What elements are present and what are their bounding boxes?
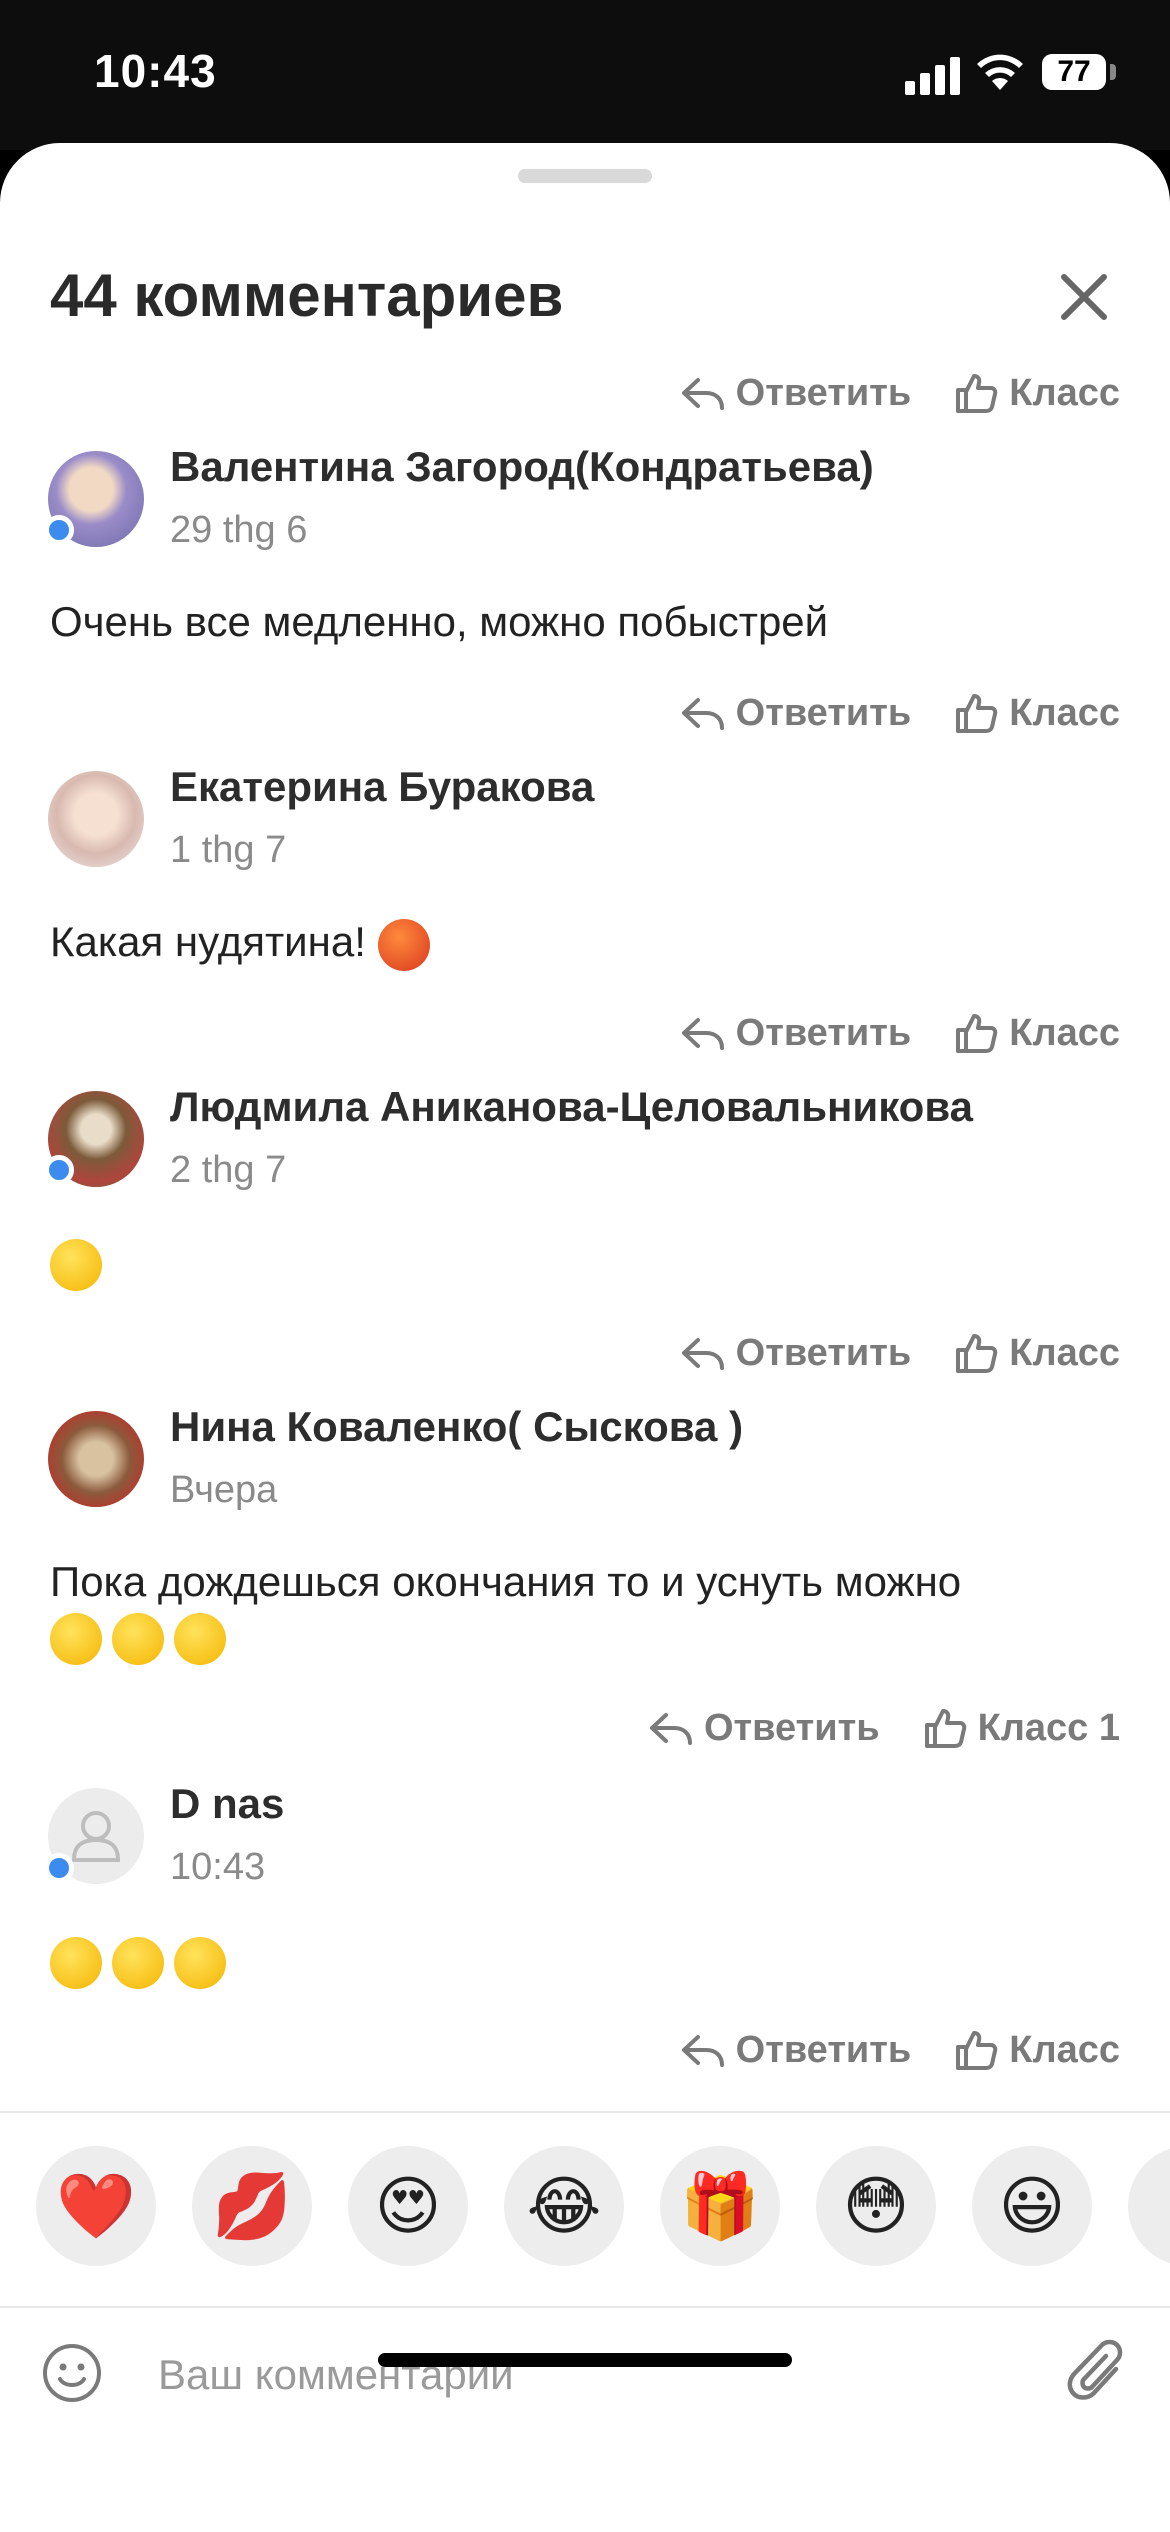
comment-actions: Ответить Класс 1 bbox=[648, 1703, 1120, 1753]
steam-face-emoji bbox=[50, 1612, 102, 1665]
comment-author[interactable]: Нина Коваленко( Сыскова ) bbox=[170, 1403, 743, 1451]
reply-button[interactable]: Ответить bbox=[680, 1010, 912, 1056]
comment-body: Какая нудятина! bbox=[50, 915, 1120, 971]
comment-text: Какая нудятина! bbox=[50, 918, 366, 965]
heart-eyes-emoji bbox=[50, 1936, 102, 1989]
heart-eyes-emoji bbox=[174, 1936, 226, 1989]
status-bar: 10:43 77 bbox=[0, 0, 1170, 150]
battery-tip bbox=[1110, 64, 1116, 80]
status-time: 10:43 bbox=[94, 45, 217, 97]
like-button[interactable]: Класс 1 bbox=[922, 1705, 1120, 1751]
emoji-picker-icon[interactable] bbox=[40, 2341, 104, 2405]
like-button[interactable]: Класс bbox=[953, 370, 1120, 416]
comment-actions: Ответить Класс bbox=[680, 2025, 1120, 2075]
reply-button[interactable]: Ответить bbox=[680, 2027, 912, 2073]
comment-composer bbox=[0, 2313, 1170, 2443]
reply-label: Ответить bbox=[735, 691, 912, 734]
sheet-grabber[interactable] bbox=[518, 169, 652, 183]
reaction-smile[interactable]: 😃 bbox=[972, 2146, 1092, 2266]
online-indicator bbox=[44, 515, 74, 545]
comment-input[interactable] bbox=[156, 2339, 1040, 2411]
comment-author[interactable]: D nas bbox=[170, 1780, 284, 1828]
reaction-gift[interactable]: 🎁 bbox=[660, 2146, 780, 2266]
quick-reactions-bar: ❤️ 💋 😍 😂 🎁 😳 😃 bbox=[0, 2138, 1170, 2288]
reply-icon bbox=[681, 378, 724, 410]
like-button[interactable]: Класс bbox=[953, 1010, 1120, 1056]
reply-label: Ответить bbox=[735, 2028, 912, 2071]
paperclip-icon[interactable] bbox=[1066, 2337, 1132, 2407]
comment-body bbox=[50, 1235, 1120, 1291]
thumbs-up-icon bbox=[956, 1014, 998, 1053]
comment-actions: Ответить Класс bbox=[680, 1328, 1120, 1378]
like-count-label: Класс 1 bbox=[977, 1706, 1120, 1749]
comment-date: 2 thg 7 bbox=[170, 1149, 287, 1191]
reply-icon bbox=[681, 698, 724, 730]
comment-author[interactable]: Людмила Аниканова-Целовальникова bbox=[170, 1083, 973, 1131]
reply-label: Ответить bbox=[735, 1011, 912, 1054]
thumbs-up-icon bbox=[924, 1709, 966, 1748]
comment-date: 1 thg 7 bbox=[170, 829, 287, 871]
comment-body: Пока дождешься окончания то и уснуть мож… bbox=[50, 1555, 1120, 1665]
comment-actions: Ответить Класс bbox=[680, 688, 1120, 738]
thumbs-up-icon bbox=[956, 694, 998, 733]
like-label: Класс bbox=[1009, 691, 1120, 734]
cursing-face-emoji bbox=[377, 918, 430, 971]
cellular-signal-icon bbox=[905, 55, 961, 95]
like-button[interactable]: Класс bbox=[953, 1330, 1120, 1376]
reply-label: Ответить bbox=[735, 1331, 912, 1374]
online-indicator bbox=[44, 1853, 74, 1883]
reply-button[interactable]: Ответить bbox=[680, 690, 912, 736]
battery-indicator: 77 bbox=[1042, 54, 1106, 90]
like-button[interactable]: Класс bbox=[953, 690, 1120, 736]
thumbs-up-icon bbox=[956, 2031, 998, 2070]
like-label: Класс bbox=[1009, 371, 1120, 414]
avatar[interactable] bbox=[48, 1411, 144, 1507]
close-icon[interactable] bbox=[1056, 269, 1112, 325]
home-indicator bbox=[378, 2353, 792, 2367]
heart-eyes-emoji bbox=[112, 1936, 164, 1989]
comment-text: Очень все медленно, можно побыстрей bbox=[50, 598, 829, 645]
divider bbox=[0, 2111, 1170, 2113]
comment-author[interactable]: Валентина Загород(Кондратьева) bbox=[170, 443, 874, 491]
comment-body bbox=[50, 1933, 1120, 1989]
reaction-kiss[interactable]: 💋 bbox=[192, 2146, 312, 2266]
like-label: Класс bbox=[1009, 1331, 1120, 1374]
wifi-icon bbox=[977, 54, 1023, 90]
steam-face-emoji bbox=[112, 1612, 164, 1665]
comment-actions: Ответить Класс bbox=[680, 368, 1120, 418]
comment-date: Вчера bbox=[170, 1469, 278, 1511]
reaction-more[interactable] bbox=[1128, 2146, 1170, 2266]
reaction-heart-eyes[interactable]: 😍 bbox=[348, 2146, 468, 2266]
reaction-flushed[interactable]: 😳 bbox=[816, 2146, 936, 2266]
reaction-laughing[interactable]: 😂 bbox=[504, 2146, 624, 2266]
divider bbox=[0, 2306, 1170, 2308]
comments-sheet: 44 комментариев Ответить Класс Валентина… bbox=[0, 143, 1170, 2532]
reply-button[interactable]: Ответить bbox=[648, 1705, 880, 1751]
comments-title: 44 комментариев bbox=[50, 262, 564, 329]
reaction-heart[interactable]: ❤️ bbox=[36, 2146, 156, 2266]
thumbs-up-icon bbox=[956, 374, 998, 413]
reply-icon bbox=[681, 2035, 724, 2067]
reply-label: Ответить bbox=[703, 1706, 880, 1749]
reply-icon bbox=[681, 1338, 724, 1370]
comment-date: 10:43 bbox=[170, 1846, 266, 1888]
steam-face-emoji bbox=[174, 1612, 226, 1665]
like-label: Класс bbox=[1009, 2028, 1120, 2071]
reply-icon bbox=[649, 1713, 692, 1745]
like-label: Класс bbox=[1009, 1011, 1120, 1054]
reply-button[interactable]: Ответить bbox=[680, 1330, 912, 1376]
comment-date: 29 thg 6 bbox=[170, 509, 308, 551]
comment-author[interactable]: Екатерина Буракова bbox=[170, 763, 594, 811]
like-button[interactable]: Класс bbox=[953, 2027, 1120, 2073]
thumbs-up-icon bbox=[956, 1334, 998, 1373]
comment-text: Пока дождешься окончания то и уснуть мож… bbox=[50, 1558, 962, 1605]
online-indicator bbox=[44, 1155, 74, 1185]
avatar[interactable] bbox=[48, 771, 144, 867]
reply-label: Ответить bbox=[735, 371, 912, 414]
reply-button[interactable]: Ответить bbox=[680, 370, 912, 416]
flushed-face-emoji bbox=[50, 1238, 102, 1291]
reply-icon bbox=[681, 1018, 724, 1050]
comment-actions: Ответить Класс bbox=[680, 1008, 1120, 1058]
